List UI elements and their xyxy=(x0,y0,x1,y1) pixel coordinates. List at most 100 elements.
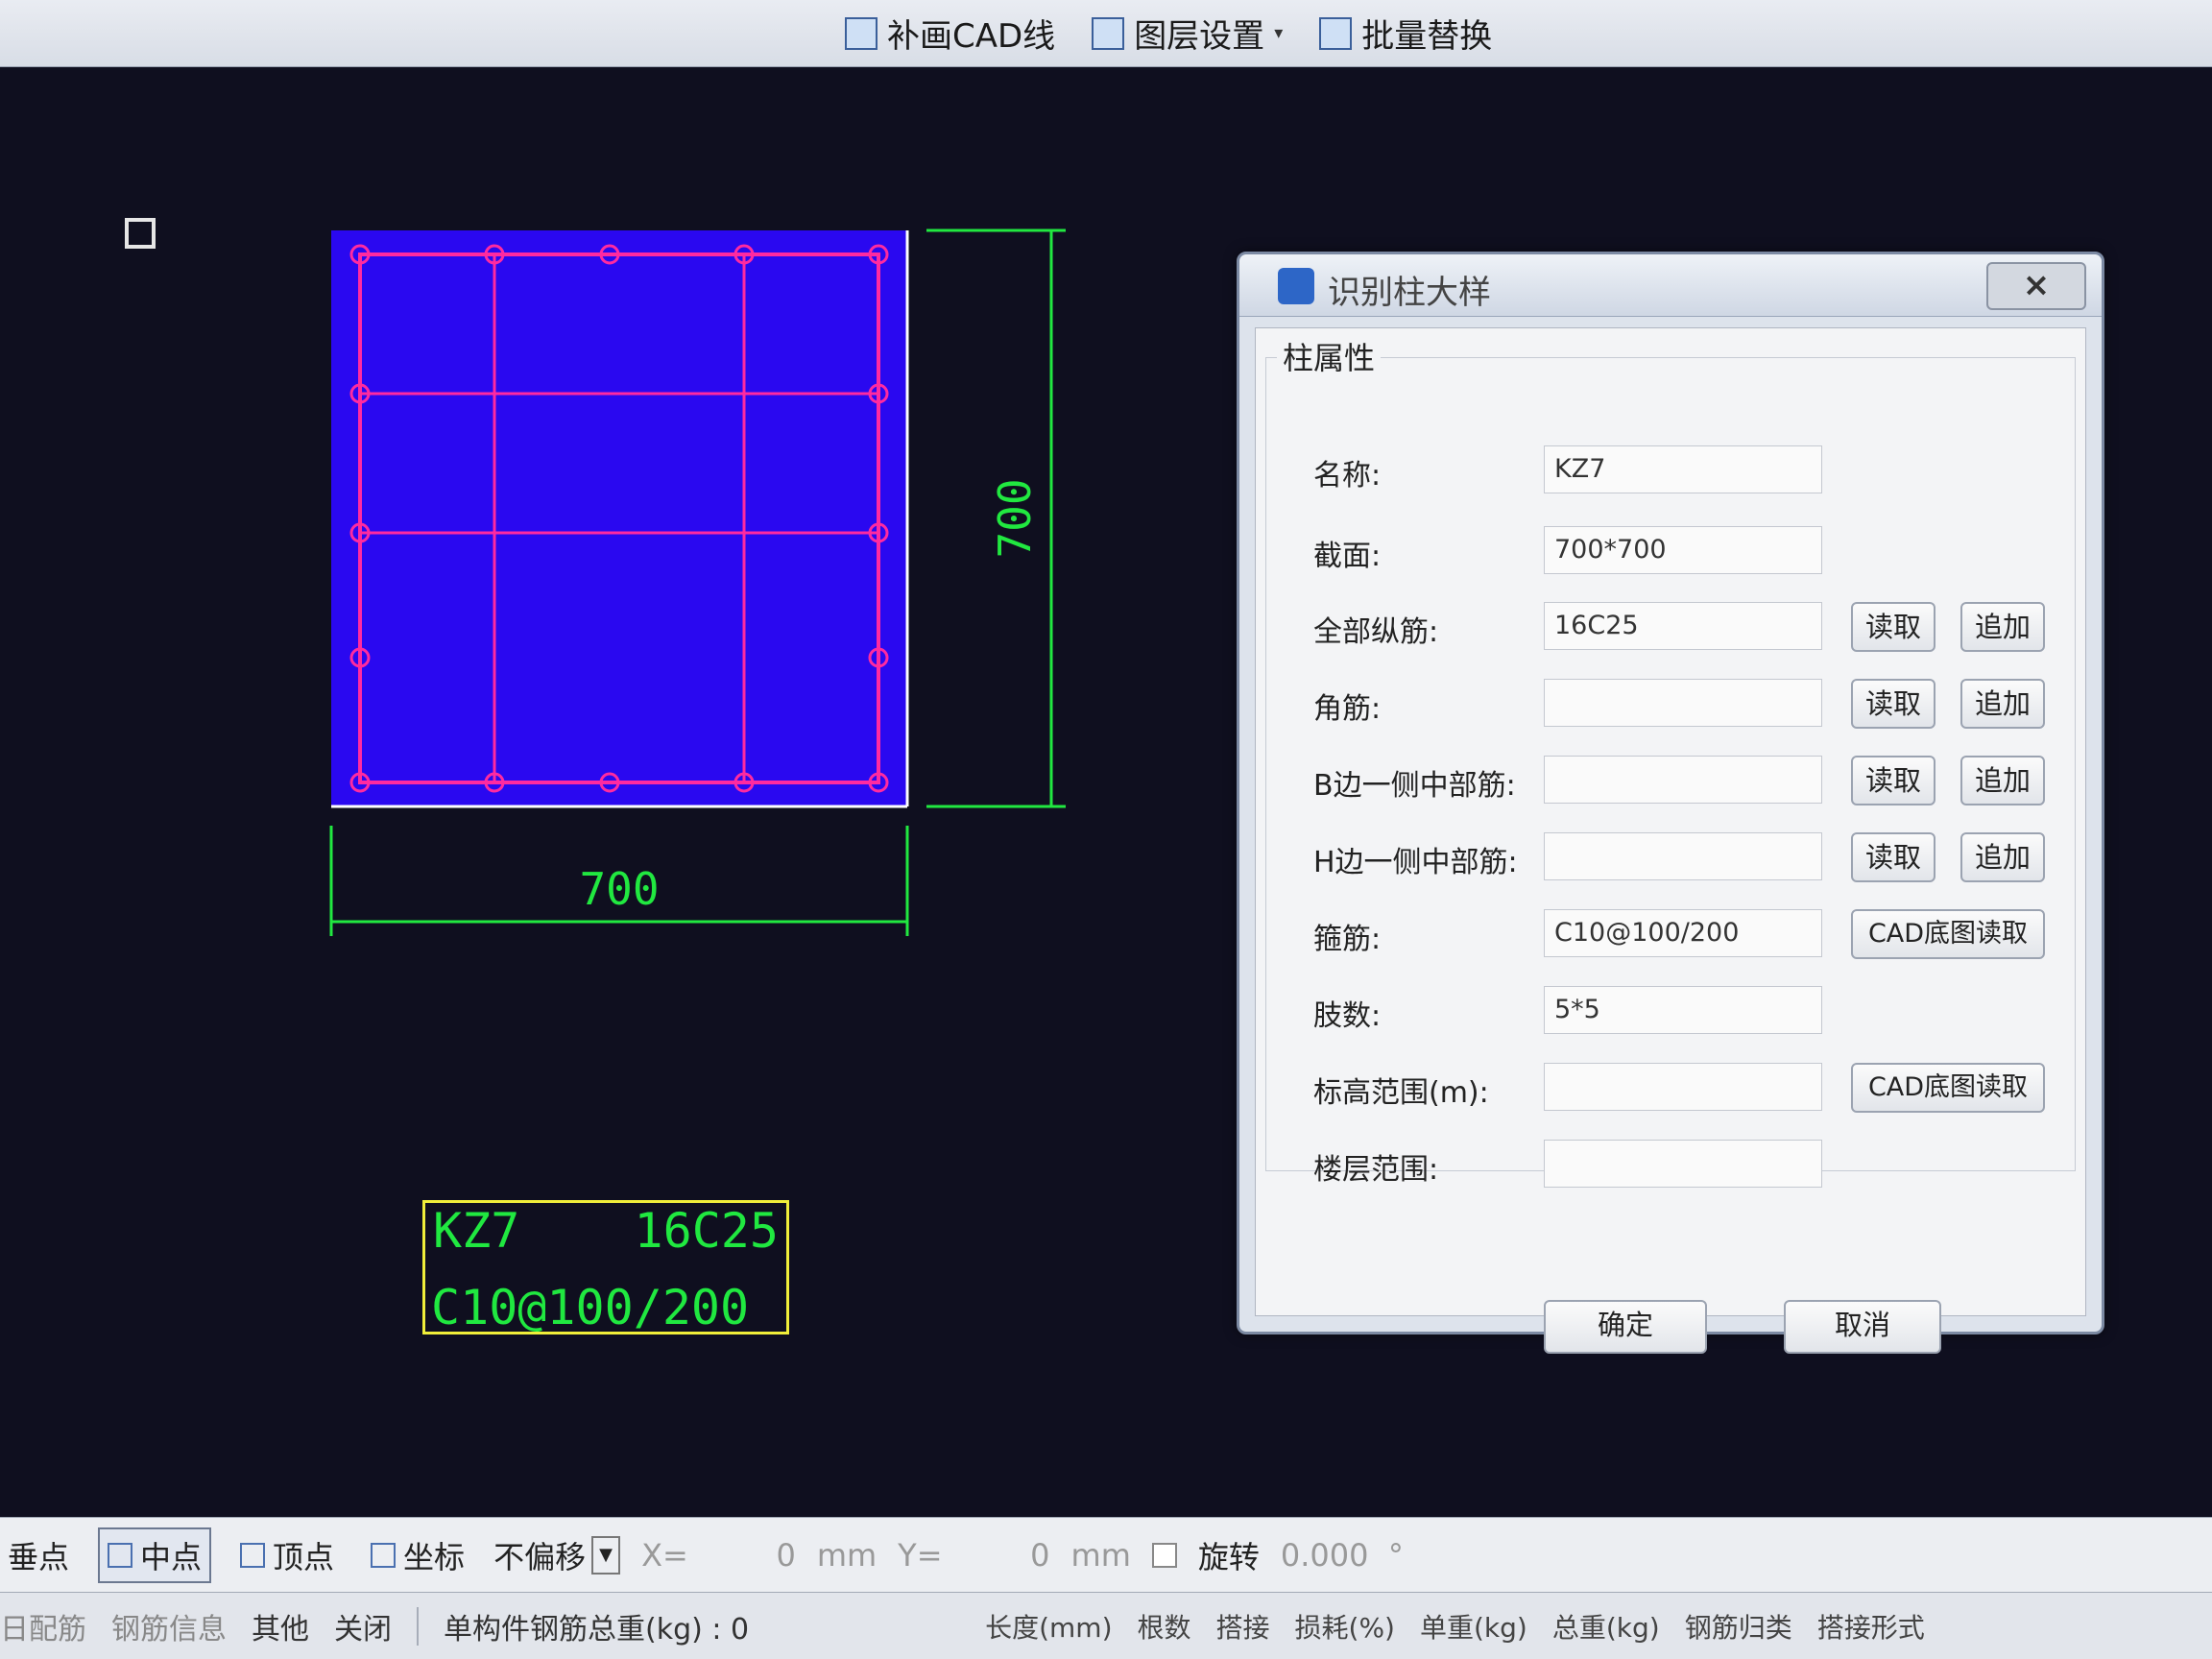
ok-button[interactable]: 确定 xyxy=(1544,1300,1707,1354)
field-label: 标高范围(m): xyxy=(1313,1076,1489,1110)
append-button[interactable]: 追加 xyxy=(1960,832,2045,882)
coordinate-icon xyxy=(371,1542,397,1568)
dialog-body: 柱属性 名称: KZ7 截面: 700*700 全部纵筋: 16C25 读取 追加 角筋: 读取追… xyxy=(1255,327,2086,1354)
field-input[interactable]: 16C25 xyxy=(1544,602,1822,650)
field-label: 角筋: xyxy=(1313,692,1382,726)
x-label: X= xyxy=(641,1536,688,1574)
vertex-icon xyxy=(240,1542,266,1568)
property-row: 箍筋: C10@100/200 CAD底图读取 xyxy=(1256,907,2085,963)
layer-settings-label: 图层设置 xyxy=(1134,17,1265,56)
field-label: 箍筋: xyxy=(1313,923,1382,956)
layers-icon xyxy=(1092,16,1125,50)
y-label: Y= xyxy=(898,1536,943,1574)
group-title: 柱属性 xyxy=(1277,334,1382,378)
snap-vertex-label: 顶点 xyxy=(273,1538,335,1575)
field-input[interactable]: 5*5 xyxy=(1544,986,1822,1034)
field-label: 楼层范围: xyxy=(1313,1153,1439,1187)
property-row: B边一侧中部筋: 读取 追加 xyxy=(1256,754,2085,809)
dialog-titlebar[interactable]: 识别柱大样 × xyxy=(1239,254,2102,317)
dialog-title: 识别柱大样 xyxy=(1328,274,1491,312)
column-label-box[interactable]: KZ7 16C25 C10@100/200 xyxy=(422,1200,789,1335)
snap-vertex[interactable]: 顶点 xyxy=(232,1529,342,1581)
identify-column-detail-dialog: 识别柱大样 × 柱属性 名称: KZ7 截面: 700*700 全部纵筋: 16C25 读取… xyxy=(1237,252,2104,1354)
rebar-toolbar: 日配筋 钢筋信息 其他 关闭 单构件钢筋总重(kg) : 0 长度(mm) 根数… xyxy=(0,1592,2212,1659)
append-button[interactable]: 追加 xyxy=(1960,756,2045,805)
field-label: 全部纵筋: xyxy=(1313,615,1439,649)
field-input[interactable]: 700*700 xyxy=(1544,526,1822,574)
field-input[interactable] xyxy=(1544,832,1822,880)
field-label: B边一侧中部筋: xyxy=(1313,769,1516,803)
separator xyxy=(417,1606,419,1646)
draw-cad-line-button[interactable]: 补画CAD线 xyxy=(845,10,1055,57)
property-row: 截面: 700*700 xyxy=(1256,524,2085,580)
field-input[interactable]: C10@100/200 xyxy=(1544,909,1822,957)
degree-symbol: ° xyxy=(1387,1536,1404,1574)
field-input[interactable] xyxy=(1544,1063,1822,1111)
property-row: 角筋: 读取 追加 xyxy=(1256,677,2085,733)
total-weight-text: 单构件钢筋总重(kg) : 0 xyxy=(444,1612,750,1647)
snap-coordinate[interactable]: 坐标 xyxy=(363,1529,472,1581)
snap-midpoint-label: 中点 xyxy=(140,1538,203,1575)
rebar-config-tab[interactable]: 日配筋 xyxy=(0,1605,86,1647)
cancel-button[interactable]: 取消 xyxy=(1784,1300,1941,1354)
chevron-down-icon: ▾ xyxy=(1274,23,1284,43)
chevron-down-icon: ▼ xyxy=(591,1535,621,1575)
property-row: 全部纵筋: 16C25 读取 追加 xyxy=(1256,600,2085,656)
y-input[interactable]: 0 xyxy=(964,1537,1049,1574)
field-input[interactable]: KZ7 xyxy=(1544,445,1822,493)
col-unit-weight: 单重(kg) xyxy=(1420,1611,1527,1644)
y-unit: mm xyxy=(1070,1536,1131,1574)
label-column-name: KZ7 xyxy=(433,1203,520,1259)
offset-mode-select[interactable]: 不偏移 ▼ xyxy=(493,1533,621,1577)
angle-input[interactable]: 0.000 xyxy=(1281,1537,1369,1574)
batch-replace-button[interactable]: 批量替换 xyxy=(1319,10,1492,57)
x-unit: mm xyxy=(816,1536,878,1574)
x-input[interactable]: 0 xyxy=(709,1537,795,1574)
close-button[interactable]: × xyxy=(1986,262,2086,310)
field-label: 肢数: xyxy=(1313,999,1382,1033)
col-rebar-class: 钢筋归类 xyxy=(1684,1611,1792,1644)
dim-text-width: 700 xyxy=(579,863,659,915)
property-row: 肢数: 5*5 xyxy=(1256,984,2085,1040)
layer-settings-button[interactable]: 图层设置 ▾ xyxy=(1092,10,1283,57)
append-button[interactable]: 追加 xyxy=(1960,602,2045,652)
snap-perpendicular-label: 垂点 xyxy=(8,1538,70,1575)
cad-read-button[interactable]: CAD底图读取 xyxy=(1851,1063,2045,1113)
top-toolbar: 补画CAD线 图层设置 ▾ 批量替换 xyxy=(0,0,2212,67)
col-loss: 损耗(%) xyxy=(1294,1611,1395,1644)
property-row: 楼层范围: xyxy=(1256,1138,2085,1193)
column-section[interactable] xyxy=(331,230,909,808)
close-button-bottom[interactable]: 关闭 xyxy=(334,1605,392,1647)
draw-cad-line-label: 补画CAD线 xyxy=(887,17,1056,56)
read-button[interactable]: 读取 xyxy=(1851,756,1936,805)
read-button[interactable]: 读取 xyxy=(1851,602,1936,652)
snap-toolbar: 垂点 中点 顶点 坐标 不偏移 ▼ X= 0 mm Y= 0 mm 旋转 0.0… xyxy=(0,1517,2212,1592)
property-row: 名称: KZ7 xyxy=(1256,444,2085,499)
col-lap-type: 搭接形式 xyxy=(1816,1611,1925,1644)
pencil-line-icon xyxy=(845,16,878,50)
read-button[interactable]: 读取 xyxy=(1851,679,1936,729)
property-row: H边一侧中部筋: 读取 追加 xyxy=(1256,830,2085,886)
field-label: 截面: xyxy=(1313,540,1382,573)
batch-replace-label: 批量替换 xyxy=(1361,17,1493,56)
snap-coordinate-label: 坐标 xyxy=(403,1538,466,1575)
rotate-checkbox[interactable] xyxy=(1151,1542,1177,1568)
col-count: 根数 xyxy=(1137,1611,1191,1644)
rebar-info-tab[interactable]: 钢筋信息 xyxy=(111,1605,227,1647)
other-menu[interactable]: 其他 xyxy=(252,1605,309,1647)
snap-midpoint[interactable]: 中点 xyxy=(98,1527,212,1583)
cad-read-button[interactable]: CAD底图读取 xyxy=(1851,909,2045,959)
label-stirrup: C10@100/200 xyxy=(431,1280,750,1335)
field-label: 名称: xyxy=(1313,459,1382,493)
append-button[interactable]: 追加 xyxy=(1960,679,2045,729)
field-input[interactable] xyxy=(1544,756,1822,804)
snap-perpendicular[interactable]: 垂点 xyxy=(0,1529,77,1581)
field-input[interactable] xyxy=(1544,1140,1822,1188)
midpoint-icon xyxy=(108,1542,133,1568)
property-row: 标高范围(m): CAD底图读取 xyxy=(1256,1061,2085,1117)
offset-mode-value: 不偏移 xyxy=(493,1538,587,1575)
field-input[interactable] xyxy=(1544,679,1822,727)
col-length: 长度(mm) xyxy=(985,1611,1113,1644)
read-button[interactable]: 读取 xyxy=(1851,832,1936,882)
col-total-weight: 总重(kg) xyxy=(1551,1611,1660,1644)
